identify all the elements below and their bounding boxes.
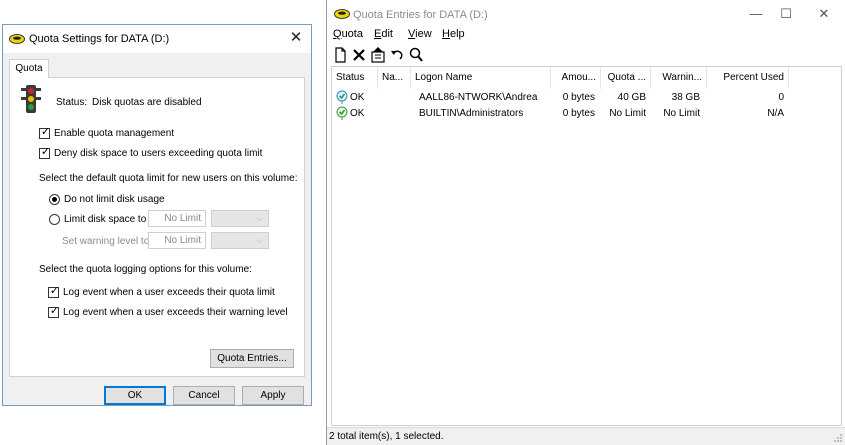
no-limit-label[interactable]: Do not limit disk usage: [64, 194, 165, 205]
row-amount: 0 bytes: [562, 108, 595, 119]
column-header-quota[interactable]: Quota ...: [601, 67, 651, 89]
window-title: Quota Entries for DATA (D:): [353, 9, 488, 21]
row-quota: 40 GB: [617, 92, 646, 103]
chevron-down-icon: ⌵: [256, 235, 263, 245]
disk-drive-icon: [9, 34, 25, 44]
column-header-status[interactable]: Status: [332, 67, 378, 89]
log-exceed-warning-label[interactable]: Log event when a user exceeds their warn…: [63, 307, 288, 318]
row-status: OK: [350, 92, 365, 103]
tab-quota[interactable]: Quota: [9, 59, 49, 78]
minimize-icon[interactable]: —: [741, 4, 771, 24]
resize-grip-icon[interactable]: [833, 433, 843, 443]
log-exceed-limit-label[interactable]: Log event when a user exceeds their quot…: [63, 287, 275, 298]
status-bar: 2 total item(s), 1 selected.: [327, 427, 845, 445]
menu-quota[interactable]: Quota: [333, 28, 363, 40]
column-header-percent[interactable]: Percent Used: [707, 67, 789, 89]
column-header-logon[interactable]: Logon Name: [411, 67, 551, 89]
warning-value-field[interactable]: No Limit: [148, 232, 206, 249]
search-icon[interactable]: [407, 46, 425, 64]
menu-quota-text: uota: [341, 28, 363, 40]
undo-icon[interactable]: [388, 46, 406, 64]
default-limit-heading: Select the default quota limit for new u…: [39, 173, 298, 184]
menu-quota-accel: Q: [333, 28, 342, 40]
status-bar-text: 2 total item(s), 1 selected.: [329, 431, 444, 442]
dialog-titlebar[interactable]: Quota Settings for DATA (D:) ✕: [3, 25, 311, 53]
quota-tab-panel: Status: Disk quotas are disabled ✓ Enabl…: [9, 77, 305, 377]
row-amount: 0 bytes: [562, 92, 595, 103]
cancel-button[interactable]: Cancel: [173, 386, 235, 405]
column-header-amount[interactable]: Amou...: [551, 67, 601, 89]
disk-drive-icon: [334, 9, 350, 19]
warning-level-label: Set warning level to: [62, 236, 150, 247]
menu-help-text: elp: [449, 28, 465, 40]
deny-space-checkbox[interactable]: ✓: [39, 146, 50, 159]
row-quota: No Limit: [609, 108, 646, 119]
ok-button[interactable]: OK: [104, 386, 166, 405]
deny-space-label[interactable]: Deny disk space to users exceeding quota…: [54, 148, 262, 159]
menu-view[interactable]: View: [408, 28, 432, 40]
no-limit-radio[interactable]: [49, 194, 60, 205]
limit-value-field[interactable]: No Limit: [148, 210, 206, 227]
enable-quota-label[interactable]: Enable quota management: [54, 128, 174, 139]
row-warning: 38 GB: [671, 92, 700, 103]
log-exceed-limit-checkbox[interactable]: ✓: [48, 285, 59, 298]
status-label: Status:: [56, 97, 88, 108]
properties-icon[interactable]: [369, 46, 387, 64]
chevron-down-icon: ⌵: [256, 213, 263, 223]
new-entry-icon[interactable]: [331, 46, 349, 64]
row-warning: No Limit: [663, 108, 700, 119]
close-icon[interactable]: ✕: [809, 4, 839, 24]
logging-heading: Select the quota logging options for thi…: [39, 264, 252, 275]
warning-unit-select[interactable]: ⌵: [211, 232, 269, 249]
menu-help[interactable]: Help: [442, 28, 465, 40]
quota-entries-window: Quota Entries for DATA (D:) — ☐ ✕ Quota …: [326, 0, 845, 445]
menu-view-text: iew: [415, 28, 432, 40]
menu-edit-text: dit: [381, 28, 393, 40]
enable-quota-checkbox[interactable]: ✓: [39, 126, 50, 139]
quota-entries-button[interactable]: Quota Entries...: [210, 349, 294, 368]
row-logon: AALL86-NTWORK\Andrea: [419, 92, 538, 103]
limit-unit-select[interactable]: ⌵: [211, 210, 269, 227]
close-icon[interactable]: ✕: [287, 29, 305, 47]
traffic-light-icon: [21, 85, 41, 113]
row-percent: N/A: [767, 108, 784, 119]
column-header-name[interactable]: Na...: [378, 67, 411, 89]
quota-entries-list[interactable]: Status Na... Logon Name Amou... Quota ..…: [331, 66, 842, 426]
limit-disk-radio[interactable]: [49, 214, 60, 225]
row-percent: 0: [778, 92, 784, 103]
dialog-title: Quota Settings for DATA (D:): [29, 33, 170, 45]
status-value: Disk quotas are disabled: [92, 97, 202, 108]
column-header-warning[interactable]: Warnin...: [651, 67, 707, 89]
table-row[interactable]: OK BUILTIN\Administrators 0 bytes No Lim…: [332, 105, 792, 121]
status-ok-icon: [336, 90, 348, 104]
quota-settings-dialog: Quota Settings for DATA (D:) ✕ Quota Sta…: [2, 24, 312, 406]
table-row[interactable]: OK AALL86-NTWORK\Andrea 0 bytes 40 GB 38…: [332, 89, 792, 105]
maximize-icon[interactable]: ☐: [771, 4, 801, 24]
row-logon: BUILTIN\Administrators: [419, 108, 524, 119]
row-status: OK: [350, 108, 365, 119]
status-ok-icon: [336, 106, 348, 120]
log-exceed-warning-checkbox[interactable]: ✓: [48, 305, 59, 318]
apply-button[interactable]: Apply: [242, 386, 304, 405]
delete-icon[interactable]: [350, 46, 368, 64]
limit-disk-label[interactable]: Limit disk space to: [64, 214, 146, 225]
menu-edit[interactable]: Edit: [374, 28, 393, 40]
menu-help-accel: H: [442, 28, 450, 40]
